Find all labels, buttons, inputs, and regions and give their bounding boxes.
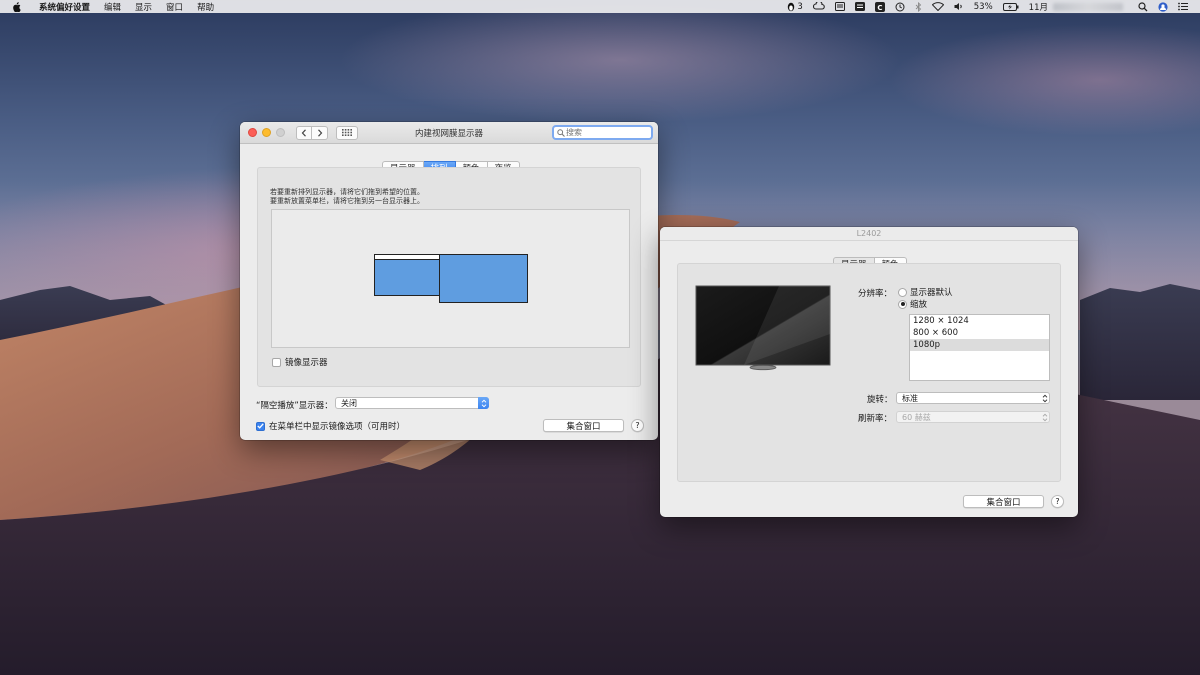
qq-status-item[interactable]: 3 bbox=[787, 0, 803, 13]
list-item[interactable]: 1280 × 1024 bbox=[910, 315, 1049, 327]
search-icon bbox=[557, 128, 565, 137]
show-mirroring-label: 在菜单栏中显示镜像选项（可用时） bbox=[269, 422, 406, 432]
refresh-rate-label: 刷新率： bbox=[858, 414, 893, 424]
show-mirroring-checkbox[interactable] bbox=[256, 421, 265, 431]
mirror-displays-checkbox[interactable] bbox=[272, 357, 281, 367]
builtin-display-block[interactable] bbox=[374, 254, 440, 296]
close-button[interactable] bbox=[248, 128, 257, 137]
menu-list-icon[interactable] bbox=[854, 0, 865, 13]
airplay-display-select[interactable]: 关闭 bbox=[335, 397, 489, 409]
arrangement-panel: 若要重新排列显示器，请将它们拖到希望的位置。 要重新放置菜单栏，请将它拖到另一台… bbox=[257, 167, 641, 387]
search-field[interactable] bbox=[552, 125, 653, 140]
menu-app-name[interactable]: 系统偏好设置 bbox=[32, 1, 97, 13]
radio-display-default[interactable] bbox=[898, 287, 907, 297]
battery-charging-icon[interactable] bbox=[1002, 0, 1019, 13]
time-machine-icon[interactable] bbox=[895, 0, 905, 13]
window1-titlebar[interactable]: 内建视网膜显示器 bbox=[240, 122, 658, 144]
airplay-display-value: 关闭 bbox=[341, 398, 357, 408]
zoom-button[interactable] bbox=[276, 128, 285, 137]
external-display-block[interactable] bbox=[439, 254, 528, 303]
chevron-updown-icon bbox=[1039, 392, 1050, 404]
chevron-left-icon bbox=[301, 128, 306, 137]
monitor-illustration bbox=[695, 285, 831, 371]
list-item-selected[interactable]: 1080p bbox=[910, 339, 1049, 351]
airplay-display-label: “隔空播放”显示器： bbox=[256, 401, 333, 411]
blurred-clock-text bbox=[1053, 2, 1123, 11]
penguin-icon bbox=[788, 2, 795, 11]
window1-traffic-lights bbox=[248, 128, 285, 137]
creative-cloud-icon[interactable] bbox=[812, 0, 825, 13]
spotlight-search-icon[interactable] bbox=[1138, 0, 1148, 13]
volume-icon[interactable] bbox=[954, 0, 964, 13]
radio-scaled-row[interactable]: 缩放 bbox=[898, 298, 927, 310]
qq-badge-count: 3 bbox=[797, 1, 803, 12]
list-item[interactable]: 800 × 600 bbox=[910, 327, 1049, 339]
rotation-value: 标准 bbox=[902, 393, 918, 403]
radio-scaled-label: 缩放 bbox=[910, 300, 928, 310]
built-in-display-window: 内建视网膜显示器 显示器 排列 颜色 夜览 若要重新排列显示器，请将它们拖到希望… bbox=[240, 122, 658, 440]
window2-title: L2402 bbox=[856, 229, 882, 238]
back-button[interactable] bbox=[296, 125, 312, 140]
radio-display-default-row[interactable]: 显示器默认 bbox=[898, 286, 953, 298]
radio-scaled[interactable] bbox=[898, 299, 907, 309]
keyboard-menu-icon[interactable] bbox=[834, 0, 845, 13]
help-button-2[interactable]: ? bbox=[1051, 495, 1064, 508]
chevron-updown-icon bbox=[478, 397, 489, 409]
gather-windows-button[interactable]: 集合窗口 bbox=[543, 419, 624, 432]
chevron-right-icon bbox=[317, 128, 322, 137]
forward-button[interactable] bbox=[312, 125, 328, 140]
mirror-displays-checkbox-row[interactable]: 镜像显示器 bbox=[272, 356, 328, 368]
refresh-rate-select: 60 赫兹 bbox=[896, 411, 1050, 423]
chevron-updown-icon bbox=[1039, 411, 1050, 423]
display-settings-panel: 分辨率： 显示器默认 缩放 1280 × 1024 800 × 600 1080… bbox=[677, 263, 1061, 482]
help-button[interactable]: ? bbox=[631, 419, 644, 432]
menu-help[interactable]: 帮助 bbox=[190, 1, 221, 13]
radio-display-default-label: 显示器默认 bbox=[910, 288, 953, 298]
rotation-label: 旋转： bbox=[867, 395, 893, 405]
svg-text:C: C bbox=[877, 3, 882, 11]
apple-menu-icon[interactable] bbox=[12, 1, 24, 12]
battery-percent[interactable]: 53% bbox=[974, 0, 993, 13]
clock-date[interactable]: 11月 bbox=[1029, 0, 1048, 13]
wifi-icon[interactable] bbox=[931, 0, 944, 13]
notification-center-icon[interactable] bbox=[1178, 0, 1188, 13]
gather-windows-button-2[interactable]: 集合窗口 bbox=[963, 495, 1044, 508]
resolution-list[interactable]: 1280 × 1024 800 × 600 1080p bbox=[909, 314, 1050, 381]
show-all-button[interactable] bbox=[336, 125, 358, 140]
search-input[interactable] bbox=[566, 128, 646, 137]
menubar-status-area: 3 C 53% 11月 bbox=[782, 0, 1200, 13]
rotation-select[interactable]: 标准 bbox=[896, 392, 1050, 404]
grid-icon bbox=[342, 129, 352, 136]
menu-bar-indicator[interactable] bbox=[375, 255, 439, 260]
menu-edit[interactable]: 编辑 bbox=[97, 1, 128, 13]
mirror-displays-label: 镜像显示器 bbox=[285, 358, 328, 368]
display-arrangement-area[interactable] bbox=[271, 209, 630, 348]
back-forward-buttons bbox=[296, 125, 328, 140]
checkmark-icon bbox=[257, 423, 264, 429]
menu-window[interactable]: 窗口 bbox=[159, 1, 190, 13]
clipboard-c-icon[interactable]: C bbox=[874, 0, 885, 13]
show-mirroring-option-row[interactable]: 在菜单栏中显示镜像选项（可用时） bbox=[256, 420, 405, 432]
resolution-label: 分辨率： bbox=[858, 289, 893, 299]
refresh-rate-value: 60 赫兹 bbox=[902, 412, 931, 422]
user-avatar-icon[interactable] bbox=[1158, 0, 1168, 13]
menu-view[interactable]: 显示 bbox=[128, 1, 159, 13]
minimize-button[interactable] bbox=[262, 128, 271, 137]
external-display-window: L2402 显示器 颜色 分辨率： 显示器默认 缩 bbox=[660, 227, 1078, 517]
window2-titlebar[interactable]: L2402 bbox=[660, 227, 1078, 241]
bluetooth-icon[interactable] bbox=[915, 0, 922, 13]
menu-bar: 系统偏好设置 编辑 显示 窗口 帮助 3 C 53% 11月 bbox=[0, 0, 1200, 13]
instruction-text-2: 要重新放置菜单栏，请将它拖到另一台显示器上。 bbox=[270, 197, 424, 205]
